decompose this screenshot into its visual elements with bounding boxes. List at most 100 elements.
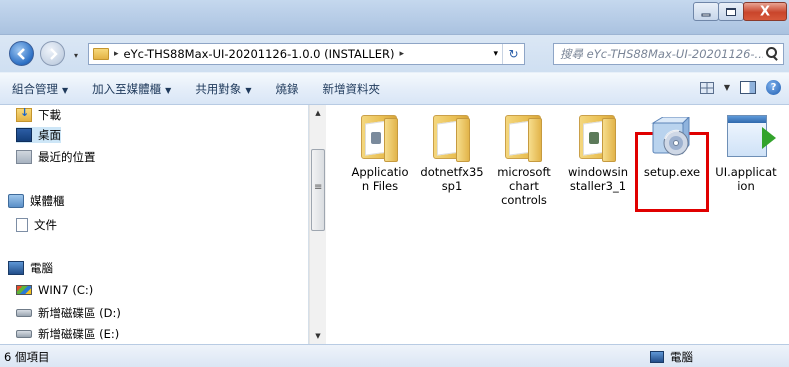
file-item-ui-application[interactable]: UI.applicat ion <box>710 111 782 193</box>
toolbar-right: ▼ ? <box>699 80 781 95</box>
chevron-down-icon: ▼ <box>245 85 252 95</box>
folder-icon <box>427 111 477 162</box>
forward-arrow-icon <box>50 48 58 60</box>
file-item-setup-exe[interactable]: setup.exe <box>636 111 708 179</box>
status-location: 電腦 <box>650 349 693 365</box>
folder-shape <box>361 115 398 162</box>
file-name: dotnetfx35 sp1 <box>420 165 484 193</box>
file-name: microsoft chart controls <box>497 165 551 207</box>
drive-icon <box>16 330 32 338</box>
folder-shape <box>433 115 470 162</box>
minimize-button[interactable] <box>693 2 719 21</box>
window-controls: X <box>693 2 787 21</box>
folder-icon <box>573 111 623 162</box>
nav-item-label: 桌面 <box>38 128 61 142</box>
nav-item-label: 最近的位置 <box>38 150 96 164</box>
setup-exe-icon <box>647 111 697 161</box>
nav-item-desktop[interactable]: 桌面 <box>16 127 61 143</box>
nav-item-recent-places[interactable]: 最近的位置 <box>16 149 96 165</box>
navigation-pane: 下載 桌面 最近的位置 媒體櫃 文件 電腦 WIN7 (C:) 新增磁碟區 (D… <box>0 105 309 344</box>
file-name: Applicatio n Files <box>351 165 409 193</box>
address-row: ▾ ▸ eYc-THS88Max-UI-20201126-1.0.0 (INST… <box>0 35 789 72</box>
back-arrow-icon <box>17 48 25 60</box>
share-label: 共用對象 <box>195 81 242 96</box>
folder-icon <box>499 111 549 162</box>
history-dropdown[interactable]: ▾ <box>74 51 78 60</box>
nav-item-label: 下載 <box>38 108 61 122</box>
search-icon[interactable] <box>763 45 781 63</box>
file-name: windowsin staller3_1 <box>567 165 629 193</box>
nav-item-drive-c[interactable]: WIN7 (C:) <box>16 283 93 297</box>
nav-item-computer[interactable]: 電腦 <box>8 260 53 276</box>
share-menu[interactable]: 共用對象 ▼ <box>195 81 251 97</box>
breadcrumb-trailing-separator[interactable]: ▸ <box>399 49 404 59</box>
address-dropdown-icon[interactable]: ▾ <box>493 49 498 59</box>
chevron-down-icon: ▼ <box>165 85 172 95</box>
status-location-label: 電腦 <box>670 350 693 364</box>
folder-contents <box>589 132 599 144</box>
file-item-application-files[interactable]: Applicatio n Files <box>344 111 416 193</box>
nav-item-drive-e[interactable]: 新增磁碟區 (E:) <box>16 326 119 342</box>
help-icon[interactable]: ? <box>766 80 781 95</box>
file-item-microsoft-chart-controls[interactable]: microsoft chart controls <box>488 111 560 207</box>
preview-pane-icon[interactable] <box>740 81 756 94</box>
refresh-button[interactable]: ↻ <box>502 44 524 64</box>
breadcrumb-separator[interactable]: ▸ <box>114 49 119 59</box>
file-name: UI.applicat ion <box>715 165 777 193</box>
setup-installer-graphic <box>651 117 690 156</box>
folder-shape <box>505 115 542 162</box>
close-button[interactable]: X <box>743 2 787 21</box>
nav-item-label: 新增磁碟區 (E:) <box>38 327 120 341</box>
nav-item-documents[interactable]: 文件 <box>16 217 57 233</box>
nav-item-downloads[interactable]: 下載 <box>16 106 61 123</box>
address-bar[interactable]: ▸ eYc-THS88Max-UI-20201126-1.0.0 (INSTAL… <box>88 43 525 65</box>
folder-icon <box>93 48 109 60</box>
application-window-graphic <box>727 115 776 157</box>
file-item-dotnetfx35sp1[interactable]: dotnetfx35 sp1 <box>416 111 488 193</box>
close-icon: X <box>759 4 771 19</box>
add-to-library-label: 加入至媒體櫃 <box>92 81 162 96</box>
back-button[interactable] <box>9 41 34 66</box>
new-folder-button[interactable]: 新增資料夾 <box>322 81 380 97</box>
scrollbar-thumb[interactable] <box>311 149 325 231</box>
item-count: 6 個項目 <box>4 350 50 364</box>
downloads-icon <box>16 106 32 122</box>
search-box[interactable]: 搜尋 eYc-THS88Max-UI-20201126-... <box>553 43 784 65</box>
scroll-up-icon[interactable]: ▲ <box>310 105 326 121</box>
nav-pane-scrollbar[interactable]: ▲ ▼ <box>309 105 326 344</box>
library-icon <box>8 194 24 208</box>
window-titlebar: X <box>0 0 789 35</box>
nav-item-label: 新增磁碟區 (D:) <box>38 306 121 320</box>
change-view-icon[interactable] <box>699 81 714 94</box>
command-toolbar: 組合管理 ▼ 加入至媒體櫃 ▼ 共用對象 ▼ 燒錄 新增資料夾 ▼ ? <box>0 72 789 105</box>
status-bar: 6 個項目 電腦 <box>0 344 789 367</box>
folder-shape <box>579 115 616 162</box>
breadcrumb-current-folder[interactable]: eYc-THS88Max-UI-20201126-1.0.0 (INSTALLE… <box>124 47 395 61</box>
forward-button[interactable] <box>40 41 65 66</box>
folder-icon <box>355 111 405 162</box>
windows-drive-icon <box>16 285 32 295</box>
view-dropdown-icon[interactable]: ▼ <box>724 83 730 92</box>
computer-icon <box>650 351 664 363</box>
burn-button[interactable]: 燒錄 <box>275 81 298 97</box>
nav-item-libraries[interactable]: 媒體櫃 <box>8 193 65 209</box>
application-manifest-icon <box>721 111 776 161</box>
file-name: setup.exe <box>643 165 701 179</box>
search-input[interactable]: 搜尋 eYc-THS88Max-UI-20201126-... <box>554 46 763 62</box>
organize-label: 組合管理 <box>12 81 58 96</box>
add-to-library-menu[interactable]: 加入至媒體櫃 ▼ <box>92 81 171 97</box>
file-item-windowsinstaller3-1[interactable]: windowsin staller3_1 <box>562 111 634 193</box>
minimize-icon <box>701 13 711 16</box>
maximize-icon <box>726 7 736 16</box>
documents-icon <box>16 218 28 232</box>
nav-item-drive-d[interactable]: 新增磁碟區 (D:) <box>16 305 121 321</box>
nav-item-label: 電腦 <box>30 261 53 275</box>
computer-icon <box>8 261 24 275</box>
maximize-button[interactable] <box>718 2 744 21</box>
scroll-down-icon[interactable]: ▼ <box>310 328 326 344</box>
desktop-icon <box>16 128 32 142</box>
nav-item-label: WIN7 (C:) <box>38 283 94 297</box>
drive-icon <box>16 309 32 317</box>
organize-menu[interactable]: 組合管理 ▼ <box>12 81 68 97</box>
file-list: Applicatio n Files dotnetfx35 sp1 micros… <box>326 105 789 344</box>
